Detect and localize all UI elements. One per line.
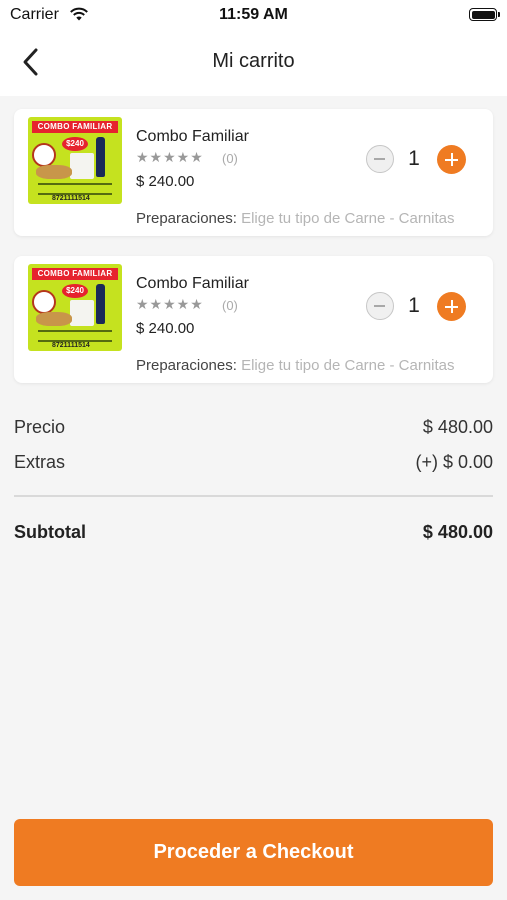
star-rating: ★★★★★ bbox=[136, 296, 204, 312]
food-graphic bbox=[36, 165, 72, 179]
image-price-badge: $240 bbox=[62, 137, 88, 151]
image-text-lines bbox=[38, 330, 112, 342]
food-box-graphic bbox=[70, 153, 94, 179]
clock: 11:59 AM bbox=[219, 6, 288, 23]
increase-quantity-button[interactable] bbox=[437, 292, 466, 321]
preparations-value: Elige tu tipo de Carne - Carnitas bbox=[241, 357, 455, 374]
extras-value: (+) $ 0.00 bbox=[415, 452, 493, 472]
soda-bottle-graphic bbox=[96, 284, 105, 324]
item-name: Combo Familiar bbox=[136, 128, 249, 145]
preparations: Preparaciones: Elige tu tipo de Carne - … bbox=[136, 210, 455, 227]
subtotal-label: Subtotal bbox=[14, 522, 86, 542]
checkout-button[interactable]: Proceder a Checkout bbox=[14, 819, 493, 886]
restaurant-logo bbox=[32, 290, 56, 314]
price-value: $ 480.00 bbox=[422, 417, 493, 437]
star-rating: ★★★★★ bbox=[136, 149, 204, 165]
preparations: Preparaciones: Elige tu tipo de Carne - … bbox=[136, 357, 455, 374]
image-banner-text: COMBO FAMILIAR bbox=[32, 121, 118, 133]
nav-bar: Mi carrito bbox=[0, 30, 507, 96]
subtotal-value: $ 480.00 bbox=[422, 522, 493, 542]
image-banner-text: COMBO FAMILIAR bbox=[32, 268, 118, 280]
food-box-graphic bbox=[70, 300, 94, 326]
cart-item: COMBO FAMILIAR $240 8721111514 Combo Fam… bbox=[14, 256, 493, 383]
restaurant-logo bbox=[32, 143, 56, 167]
image-phone-number: 8721111514 bbox=[52, 342, 90, 349]
soda-bottle-graphic bbox=[96, 137, 105, 177]
rating-count: (0) bbox=[222, 151, 238, 166]
product-image: COMBO FAMILIAR $240 8721111514 bbox=[28, 117, 122, 204]
food-graphic bbox=[36, 312, 72, 326]
item-name: Combo Familiar bbox=[136, 275, 249, 292]
quantity-value: 1 bbox=[408, 147, 420, 170]
page-title: Mi carrito bbox=[212, 50, 295, 72]
quantity-value: 1 bbox=[408, 294, 420, 317]
extras-label: Extras bbox=[14, 452, 66, 472]
item-price: $ 240.00 bbox=[136, 320, 195, 337]
image-price-badge: $240 bbox=[62, 284, 88, 298]
divider bbox=[14, 495, 493, 497]
price-label: Precio bbox=[14, 417, 66, 437]
item-price: $ 240.00 bbox=[136, 173, 195, 190]
status-bar: Carrier 11:59 AM bbox=[0, 0, 507, 30]
product-image: COMBO FAMILIAR $240 8721111514 bbox=[28, 264, 122, 351]
decrease-quantity-button[interactable] bbox=[366, 145, 394, 173]
increase-quantity-button[interactable] bbox=[437, 145, 466, 174]
preparations-value: Elige tu tipo de Carne - Carnitas bbox=[241, 210, 455, 227]
preparations-label: Preparaciones: bbox=[136, 357, 237, 374]
image-text-lines bbox=[38, 183, 112, 195]
battery-icon bbox=[469, 8, 500, 21]
image-phone-number: 8721111514 bbox=[52, 195, 90, 202]
cart-item: COMBO FAMILIAR $240 8721111514 Combo Fam… bbox=[14, 109, 493, 236]
rating-count: (0) bbox=[222, 298, 238, 313]
preparations-label: Preparaciones: bbox=[136, 210, 237, 227]
decrease-quantity-button[interactable] bbox=[366, 292, 394, 320]
